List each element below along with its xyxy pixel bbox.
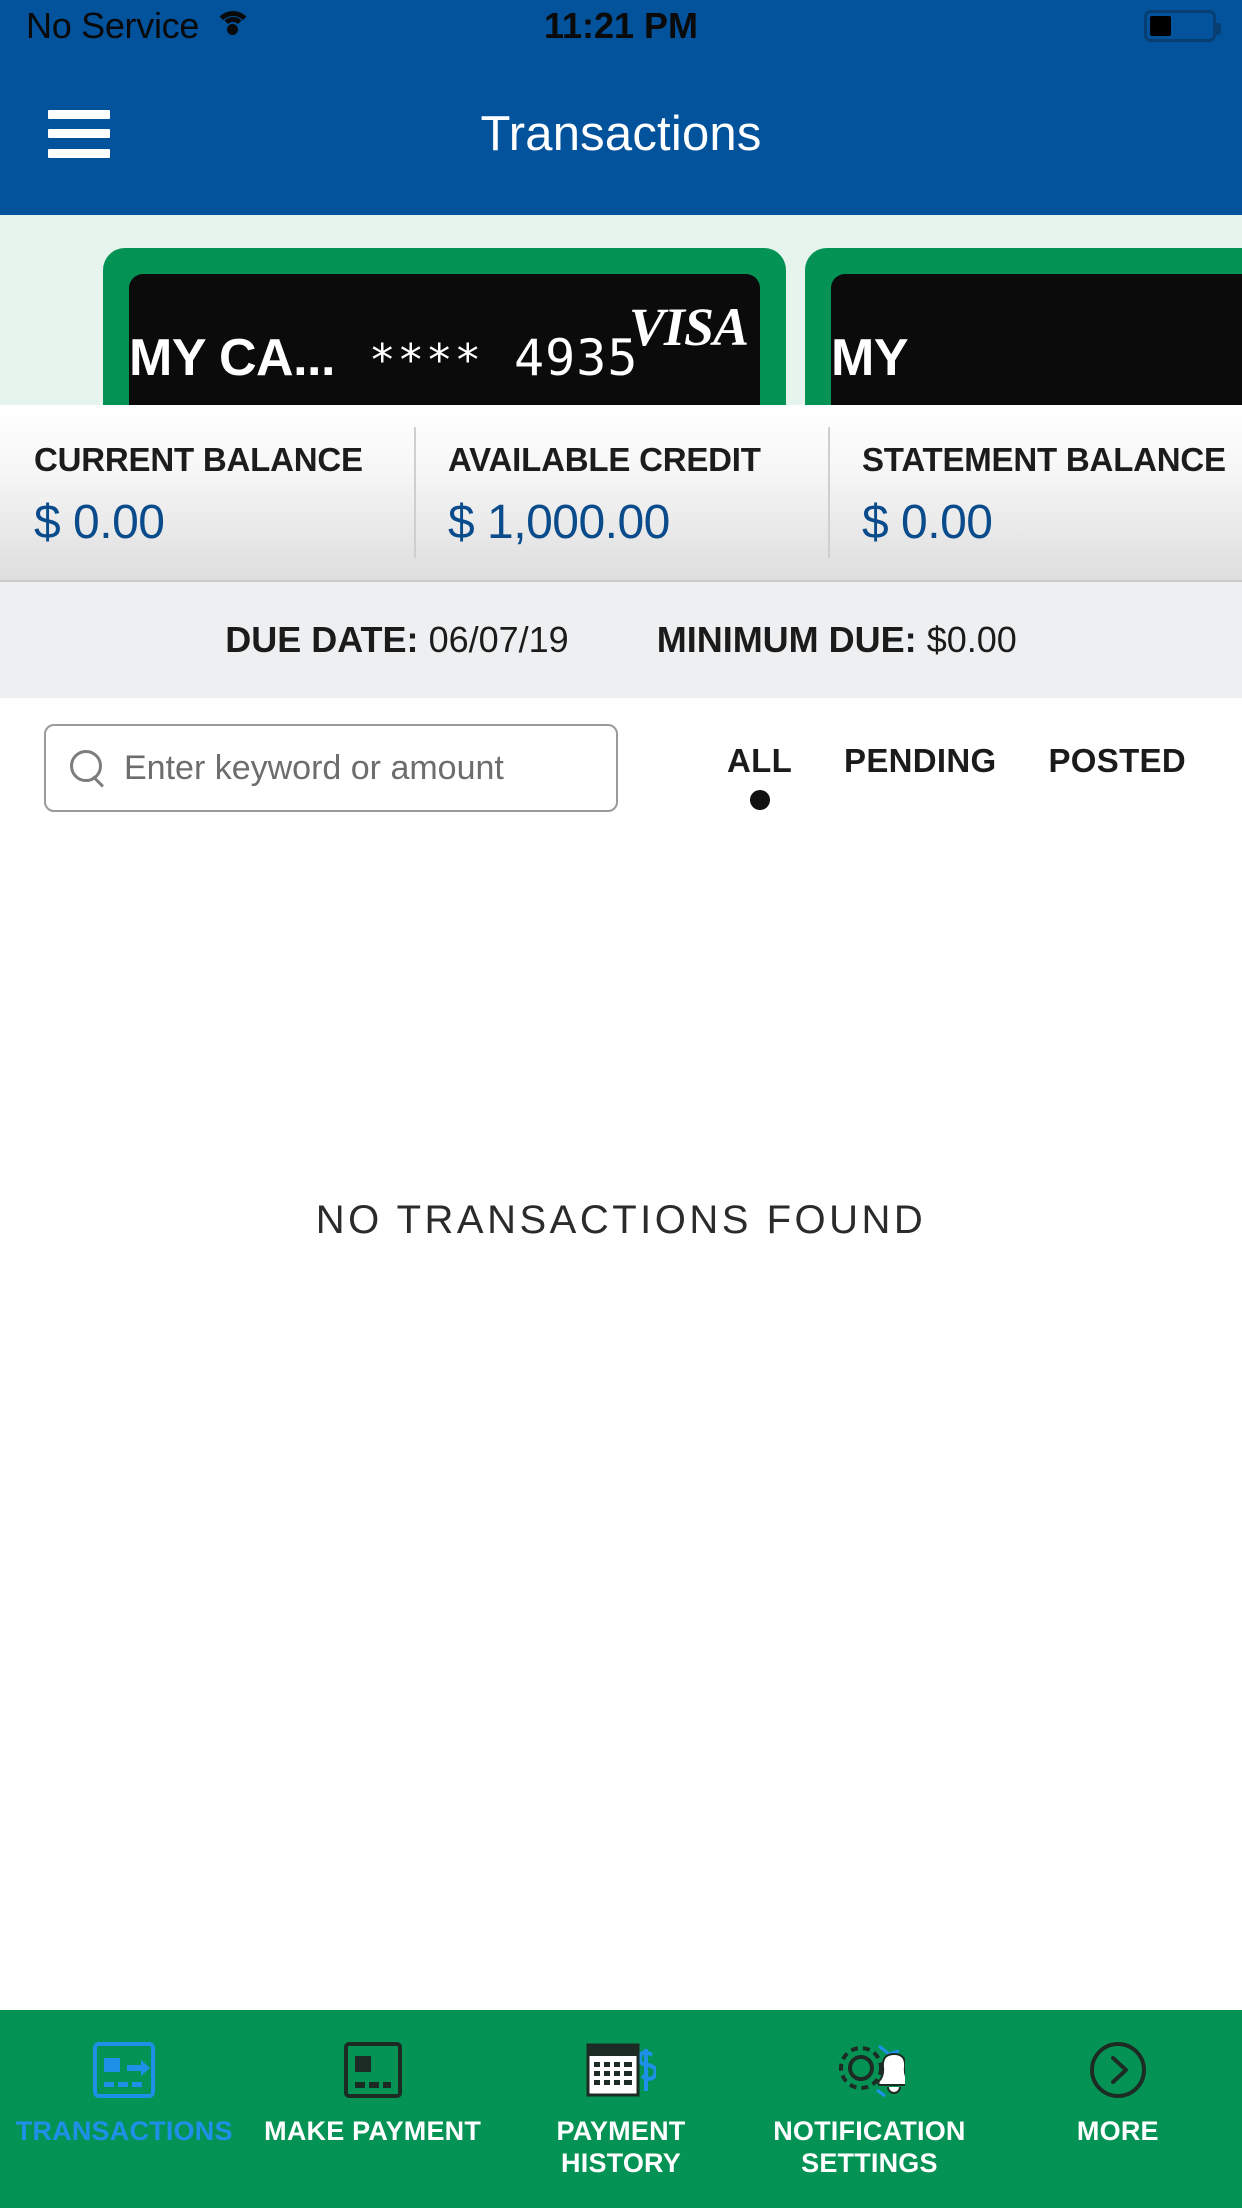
- minimum-due-label: MINIMUM DUE:: [656, 619, 917, 660]
- balance-current: CURRENT BALANCE $ 0.00: [0, 405, 414, 580]
- balance-label: AVAILABLE CREDIT: [448, 441, 761, 478]
- tab-more[interactable]: MORE: [994, 2038, 1242, 2148]
- card-number: **** 4935: [368, 329, 639, 387]
- active-indicator-dot: [749, 790, 770, 810]
- credit-card-icon: [343, 2038, 402, 2102]
- balance-label: CURRENT BALANCE: [34, 441, 363, 478]
- calendar-dollar-icon: [586, 2038, 657, 2102]
- card-transfer-icon: [93, 2038, 156, 2102]
- filter-tab-all[interactable]: ALL: [727, 742, 792, 810]
- bottom-tab-bar: TRANSACTIONS MAKE PAYMENT PAYMENT HISTOR…: [0, 2010, 1242, 2208]
- carrier-label: No Service: [26, 5, 200, 46]
- gear-bell-icon: [833, 2038, 906, 2102]
- card-nickname: MY CA...: [129, 329, 335, 387]
- balance-value: $ 0.00: [862, 496, 993, 549]
- card-item[interactable]: MY CA... **** 4935 VISA: [103, 248, 786, 405]
- page-title: Transactions: [480, 106, 762, 161]
- filter-label: ALL: [726, 742, 793, 779]
- minimum-due: MINIMUM DUE: $0.00: [657, 619, 1017, 661]
- battery-icon: [1144, 10, 1221, 42]
- tab-transactions[interactable]: TRANSACTIONS: [0, 2038, 248, 2148]
- empty-state-message: NO TRANSACTIONS FOUND: [315, 1198, 927, 1242]
- tab-make-payment[interactable]: MAKE PAYMENT: [248, 2038, 496, 2148]
- tab-label: TRANSACTIONS: [15, 2116, 233, 2146]
- card-item[interactable]: MY: [805, 248, 1242, 405]
- balance-statement: STATEMENT BALANCE $ 0.00: [828, 405, 1242, 580]
- app-header: Transactions: [0, 52, 1242, 215]
- due-summary: DUE DATE: 06/07/19 MINIMUM DUE: $0.00: [0, 580, 1242, 698]
- filter-tab-posted[interactable]: POSTED: [1049, 742, 1187, 810]
- status-bar-right: [1144, 10, 1221, 42]
- card-nickname: MY: [831, 329, 909, 387]
- status-bar: No Service 11:21 PM: [0, 0, 1242, 52]
- tab-payment-history[interactable]: PAYMENT HISTORY: [497, 2038, 745, 2180]
- filter-tab-pending[interactable]: PENDING: [844, 742, 996, 810]
- search-filter-row: Enter keyword or amount ALL PENDING POST…: [0, 698, 1242, 838]
- search-input[interactable]: Enter keyword or amount: [44, 724, 618, 812]
- due-date-label: DUE DATE:: [225, 619, 419, 660]
- hamburger-menu-icon[interactable]: [48, 109, 110, 158]
- due-date-value: 06/07/19: [428, 619, 569, 660]
- transaction-filter-tabs: ALL PENDING POSTED: [727, 742, 1186, 810]
- minimum-due-value: $0.00: [926, 619, 1017, 660]
- status-bar-left: No Service: [26, 5, 253, 47]
- search-placeholder: Enter keyword or amount: [124, 748, 504, 787]
- chevron-right-circle-icon: [1089, 2038, 1147, 2102]
- card-text: MY: [831, 328, 909, 388]
- tab-notification-settings[interactable]: NOTIFICATION SETTINGS: [745, 2038, 993, 2180]
- tab-label: MAKE PAYMENT: [264, 2116, 482, 2146]
- balance-available-credit: AVAILABLE CREDIT $ 1,000.00: [414, 405, 828, 580]
- wifi-icon: [213, 11, 253, 41]
- balance-label: STATEMENT BALANCE: [862, 441, 1226, 478]
- transaction-list: NO TRANSACTIONS FOUND: [0, 838, 1242, 2010]
- card-text: MY CA... **** 4935: [129, 328, 638, 388]
- balance-value: $ 0.00: [34, 496, 165, 549]
- due-date: DUE DATE: 06/07/19: [225, 619, 568, 661]
- visa-logo: VISA: [628, 297, 749, 357]
- balance-value: $ 1,000.00: [448, 496, 670, 549]
- tab-label: NOTIFICATION SETTINGS: [773, 2116, 966, 2178]
- search-icon: [68, 748, 108, 788]
- balance-summary: CURRENT BALANCE $ 0.00 AVAILABLE CREDIT …: [0, 405, 1242, 580]
- card-carousel[interactable]: MY CA... **** 4935 VISA MY: [0, 215, 1242, 405]
- filter-label: POSTED: [1048, 742, 1186, 779]
- app-screen: No Service 11:21 PM Transactions MY CA..…: [0, 0, 1242, 2208]
- filter-label: PENDING: [844, 742, 997, 779]
- tab-label: PAYMENT HISTORY: [556, 2116, 686, 2178]
- tab-label: MORE: [1076, 2116, 1159, 2146]
